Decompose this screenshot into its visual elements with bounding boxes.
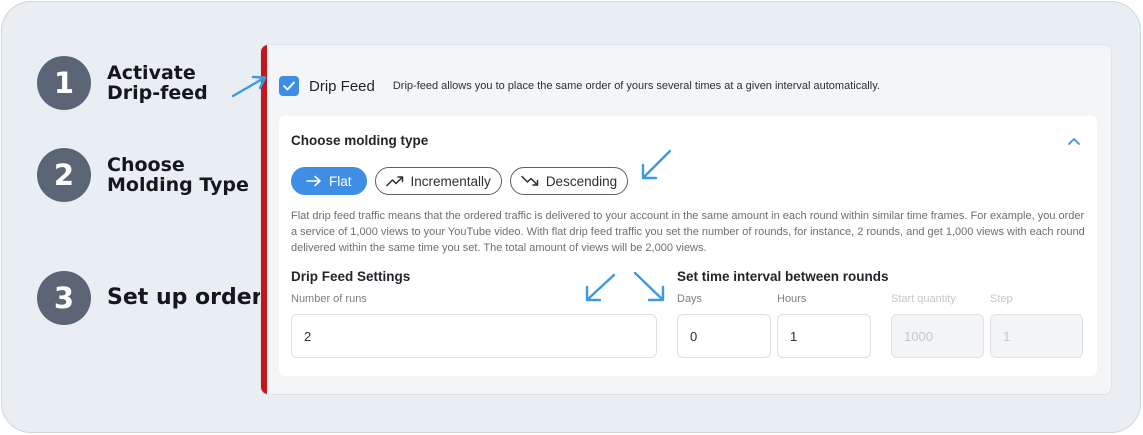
pointer-arrow-icon — [231, 75, 267, 98]
arrow-right-icon — [306, 175, 321, 187]
step-label: Choose Molding Type — [107, 154, 249, 196]
hours-label: Hours — [777, 293, 807, 305]
tutorial-frame: 1 Activate Drip-feed 2 Choose Molding Ty… — [1, 1, 1141, 433]
runs-label: Number of runs — [291, 293, 367, 305]
trend-down-icon — [521, 175, 539, 186]
step-label: Set up order — [107, 285, 263, 310]
step-number: 3 — [37, 271, 91, 325]
chevron-up-icon[interactable] — [1067, 136, 1081, 146]
days-input[interactable]: 0 — [677, 314, 771, 358]
molding-type-group: Flat Incrementally Descending — [291, 167, 636, 195]
checkmark-icon — [283, 81, 295, 91]
step-input: 1 — [990, 314, 1083, 358]
molding-type-flat[interactable]: Flat — [291, 167, 367, 195]
pointer-arrow-icon — [641, 149, 672, 180]
pointer-arrow-icon — [585, 273, 616, 302]
drip-feed-row: Drip Feed Drip-feed allows you to place … — [279, 76, 880, 96]
step-label: Step — [990, 293, 1013, 305]
molding-type-descending[interactable]: Descending — [509, 167, 629, 195]
molding-description: Flat drip feed traffic means that the or… — [291, 210, 1085, 254]
pointer-arrow-icon — [633, 271, 665, 302]
step-number: 1 — [37, 56, 91, 110]
step-3: 3 Set up order — [37, 271, 263, 325]
step-label: Activate Drip-feed — [107, 62, 208, 104]
drip-settings-title: Drip Feed Settings — [291, 269, 411, 284]
drip-feed-checkbox[interactable] — [279, 76, 299, 96]
step-1: 1 Activate Drip-feed — [37, 56, 208, 110]
hours-input[interactable]: 1 — [777, 314, 871, 358]
start-quantity-input: 1000 — [891, 314, 984, 358]
molding-title: Choose molding type — [291, 133, 429, 148]
drip-feed-description: Drip-feed allows you to place the same o… — [392, 80, 880, 92]
molding-card: Choose molding type Flat Incrementally D… — [279, 116, 1097, 376]
step-2: 2 Choose Molding Type — [37, 148, 249, 202]
drip-feed-panel: Drip Feed Drip-feed allows you to place … — [260, 44, 1112, 395]
drip-feed-title: Drip Feed — [309, 77, 375, 95]
step-number: 2 — [37, 148, 91, 202]
molding-type-incrementally[interactable]: Incrementally — [374, 167, 502, 195]
days-label: Days — [677, 293, 703, 305]
runs-input[interactable]: 2 — [291, 314, 657, 358]
trend-up-icon — [385, 176, 403, 187]
interval-title: Set time interval between rounds — [677, 269, 889, 284]
start-quantity-label: Start quantity — [891, 293, 956, 305]
